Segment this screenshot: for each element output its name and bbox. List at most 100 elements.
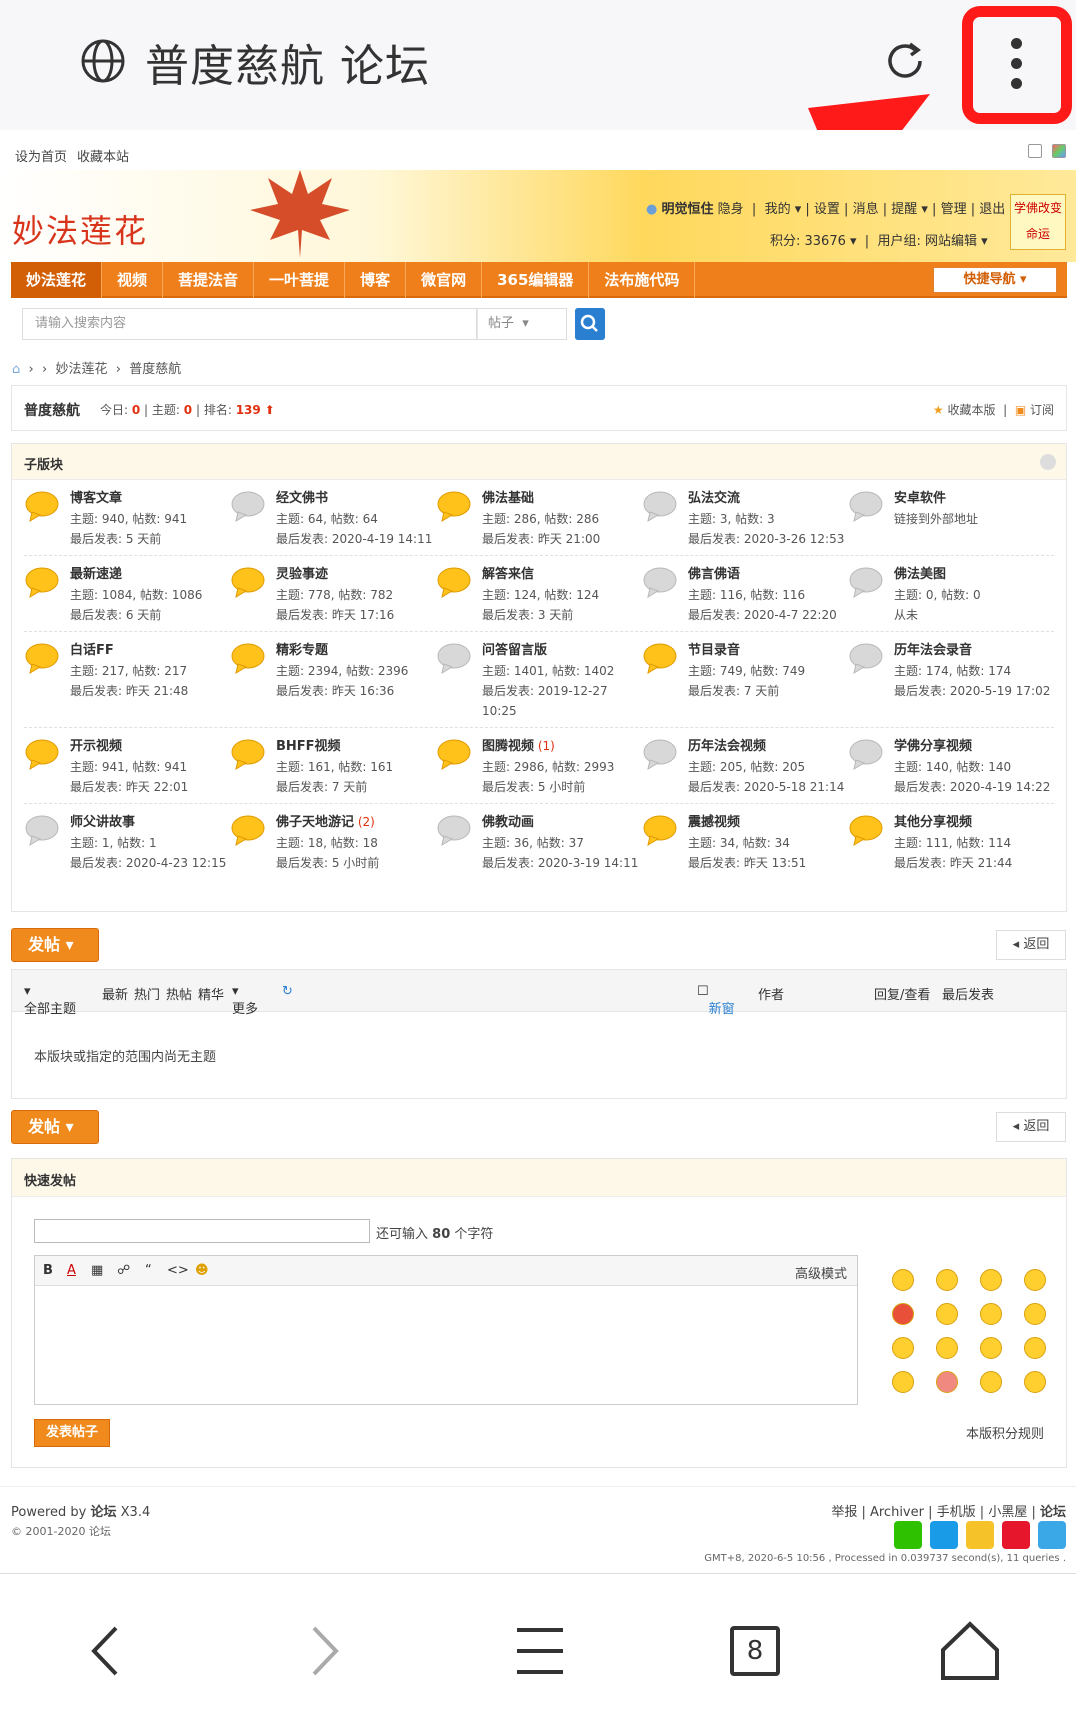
footer-blackroom[interactable]: 小黑屋 xyxy=(988,1505,1027,1520)
smiley-icon[interactable] xyxy=(980,1337,1002,1359)
subforum-name[interactable]: 节目录音 xyxy=(688,643,740,658)
menu-logout[interactable]: 退出 xyxy=(979,202,1005,217)
tencent-weibo-icon[interactable] xyxy=(1038,1521,1066,1549)
wechat-icon[interactable] xyxy=(894,1521,922,1549)
subforum-item[interactable]: 震撼视频 主题: 34, 帖数: 34 最后发表: 昨天 13:51 xyxy=(642,812,848,873)
more-menu-icon[interactable] xyxy=(1011,38,1023,98)
footer-mobile[interactable]: 手机版 xyxy=(937,1505,976,1520)
new-post-button[interactable]: 发帖 ▾ xyxy=(11,928,99,962)
subforum-name[interactable]: 白话FF xyxy=(70,643,114,658)
menu-messages[interactable]: 消息 xyxy=(853,202,879,217)
subforum-name[interactable]: 最新速递 xyxy=(70,567,122,582)
subforum-item[interactable]: 安卓软件 链接到外部地址 xyxy=(848,488,1054,549)
nav-item-weiguan[interactable]: 微官网 xyxy=(406,262,483,298)
search-type-select[interactable]: 帖子 ▾ xyxy=(477,308,567,340)
home-icon[interactable] xyxy=(935,1616,1005,1686)
qzone-icon[interactable] xyxy=(966,1521,994,1549)
subforum-item[interactable]: 历年法会视频 主题: 205, 帖数: 205 最后发表: 2020-5-18 2… xyxy=(642,736,848,797)
subforum-name[interactable]: 佛法美图 xyxy=(894,567,946,582)
link-icon[interactable]: ☍ xyxy=(117,1263,130,1278)
subforum-name[interactable]: 安卓软件 xyxy=(894,491,946,506)
nav-item-video[interactable]: 视频 xyxy=(102,262,164,298)
new-post-button-bottom[interactable]: 发帖 ▾ xyxy=(11,1110,99,1144)
search-icon[interactable] xyxy=(575,308,605,340)
footer-archiver[interactable]: Archiver xyxy=(870,1505,924,1520)
subforum-item[interactable]: 佛言佛语 主题: 116, 帖数: 116 最后发表: 2020-4-7 22:2… xyxy=(642,564,848,625)
smiley-icon[interactable] xyxy=(1024,1371,1046,1393)
search-input[interactable]: 请输入搜索内容 xyxy=(22,308,477,340)
subforum-item[interactable]: 佛法基础 主题: 286, 帖数: 286 最后发表: 昨天 21:00 xyxy=(436,488,642,549)
smiley-icon[interactable] xyxy=(936,1303,958,1325)
subforum-item[interactable]: 图腾视频 (1) 主题: 2986, 帖数: 2993 最后发表: 5 小时前 xyxy=(436,736,642,797)
breadcrumb-miaofa[interactable]: 妙法莲花 xyxy=(55,362,107,377)
subscribe-link[interactable]: 订阅 xyxy=(1030,403,1054,417)
nav-item-365[interactable]: 365编辑器 xyxy=(482,262,590,298)
qq-icon[interactable] xyxy=(930,1521,958,1549)
subforum-name[interactable]: 经文佛书 xyxy=(276,491,328,506)
forward-arrow-icon[interactable] xyxy=(290,1616,360,1686)
menu-admin[interactable]: 管理 xyxy=(941,202,967,217)
hamburger-menu-icon[interactable] xyxy=(505,1616,575,1686)
subforum-item[interactable]: 佛子天地游记 (2) 主题: 18, 帖数: 18 最后发表: 5 小时前 xyxy=(230,812,436,873)
filter-digest[interactable]: 精华 xyxy=(198,984,224,1003)
back-button[interactable]: ◂ 返回 xyxy=(996,930,1066,960)
subforum-name[interactable]: 灵验事迹 xyxy=(276,567,328,582)
nav-item-yiye[interactable]: 一叶菩提 xyxy=(254,262,346,298)
smiley-icon[interactable] xyxy=(1024,1337,1046,1359)
subforum-name[interactable]: 佛法基础 xyxy=(482,491,534,506)
bold-icon[interactable]: B xyxy=(43,1263,53,1278)
subforum-name[interactable]: 佛子天地游记 xyxy=(276,815,354,830)
powered-name[interactable]: 论坛 xyxy=(91,1505,117,1520)
nav-item-miaofa[interactable]: 妙法莲花 xyxy=(11,262,103,298)
subforum-item[interactable]: 学佛分享视频 主题: 140, 帖数: 140 最后发表: 2020-4-19 1… xyxy=(848,736,1054,797)
col-replies[interactable]: 回复/查看 xyxy=(874,984,930,1003)
subforum-item[interactable]: BHFF视频 主题: 161, 帖数: 161 最后发表: 7 天前 xyxy=(230,736,436,797)
subforum-name[interactable]: 师父讲故事 xyxy=(70,815,135,830)
smiley-icon[interactable] xyxy=(1024,1303,1046,1325)
subforum-item[interactable]: 灵验事迹 主题: 778, 帖数: 782 最后发表: 昨天 17:16 xyxy=(230,564,436,625)
smiley-icon[interactable] xyxy=(980,1371,1002,1393)
subforum-name[interactable]: 学佛分享视频 xyxy=(894,739,972,754)
quote-icon[interactable]: “ xyxy=(145,1263,152,1278)
subforum-name[interactable]: 解答来信 xyxy=(482,567,534,582)
subforum-name[interactable]: 博客文章 xyxy=(70,491,122,506)
col-last-post[interactable]: 最后发表 xyxy=(942,984,994,1003)
subforum-item[interactable]: 解答来信 主题: 124, 帖数: 124 最后发表: 3 天前 xyxy=(436,564,642,625)
subforum-name[interactable]: 历年法会视频 xyxy=(688,739,766,754)
subforum-item[interactable]: 师父讲故事 主题: 1, 帖数: 1 最后发表: 2020-4-23 12:15 xyxy=(24,812,230,873)
back-arrow-icon[interactable] xyxy=(70,1616,140,1686)
style-switch-icon[interactable] xyxy=(1052,144,1066,158)
menu-settings[interactable]: 设置 xyxy=(814,202,840,217)
browser-page-title[interactable]: 普度慈航 论坛 xyxy=(145,30,430,94)
menu-my[interactable]: 我的 xyxy=(765,202,791,217)
subforum-item[interactable]: 经文佛书 主题: 64, 帖数: 64 最后发表: 2020-4-19 14:11 xyxy=(230,488,436,549)
subforum-name[interactable]: 震撼视频 xyxy=(688,815,740,830)
smiley-icon[interactable] xyxy=(892,1371,914,1393)
subforum-item[interactable]: 佛法美图 主题: 0, 帖数: 0 从未 xyxy=(848,564,1054,625)
back-button-bottom[interactable]: ◂ 返回 xyxy=(996,1112,1066,1142)
font-color-icon[interactable]: A xyxy=(67,1263,76,1278)
nav-item-blog[interactable]: 博客 xyxy=(345,262,407,298)
bookmark-link[interactable]: 收藏本站 xyxy=(77,146,129,165)
favorite-board-link[interactable]: 收藏本版 xyxy=(947,403,995,417)
subforum-item[interactable]: 佛教动画 主题: 36, 帖数: 37 最后发表: 2020-3-19 14:11 xyxy=(436,812,642,873)
smiley-icon[interactable] xyxy=(980,1303,1002,1325)
subforum-item[interactable]: 白话FF 主题: 217, 帖数: 217 最后发表: 昨天 21:48 xyxy=(24,640,230,721)
subforum-item[interactable]: 问答留言版 主题: 1401, 帖数: 1402 最后发表: 2019-12-27… xyxy=(436,640,642,721)
smiley-icon[interactable] xyxy=(980,1269,1002,1291)
subforum-name[interactable]: 精彩专题 xyxy=(276,643,328,658)
user-group[interactable]: 用户组: 网站编辑 xyxy=(877,234,977,249)
user-name[interactable]: 明觉恒住 xyxy=(661,202,713,217)
fullscreen-icon[interactable] xyxy=(1028,144,1042,158)
refresh-icon[interactable]: ↻ xyxy=(282,984,293,999)
subforum-name[interactable]: 历年法会录音 xyxy=(894,643,972,658)
col-author[interactable]: 作者 xyxy=(758,984,784,1003)
weibo-icon[interactable] xyxy=(1002,1521,1030,1549)
nav-item-code[interactable]: 法布施代码 xyxy=(589,262,696,298)
subforum-name[interactable]: BHFF视频 xyxy=(276,739,341,754)
reload-icon[interactable] xyxy=(880,36,930,86)
smiley-icon[interactable] xyxy=(1024,1269,1046,1291)
invisible-status[interactable]: 隐身 xyxy=(718,202,744,217)
credit-rules-link[interactable]: 本版积分规则 xyxy=(966,1423,1044,1442)
advanced-mode-link[interactable]: 高级模式 xyxy=(795,1263,847,1282)
